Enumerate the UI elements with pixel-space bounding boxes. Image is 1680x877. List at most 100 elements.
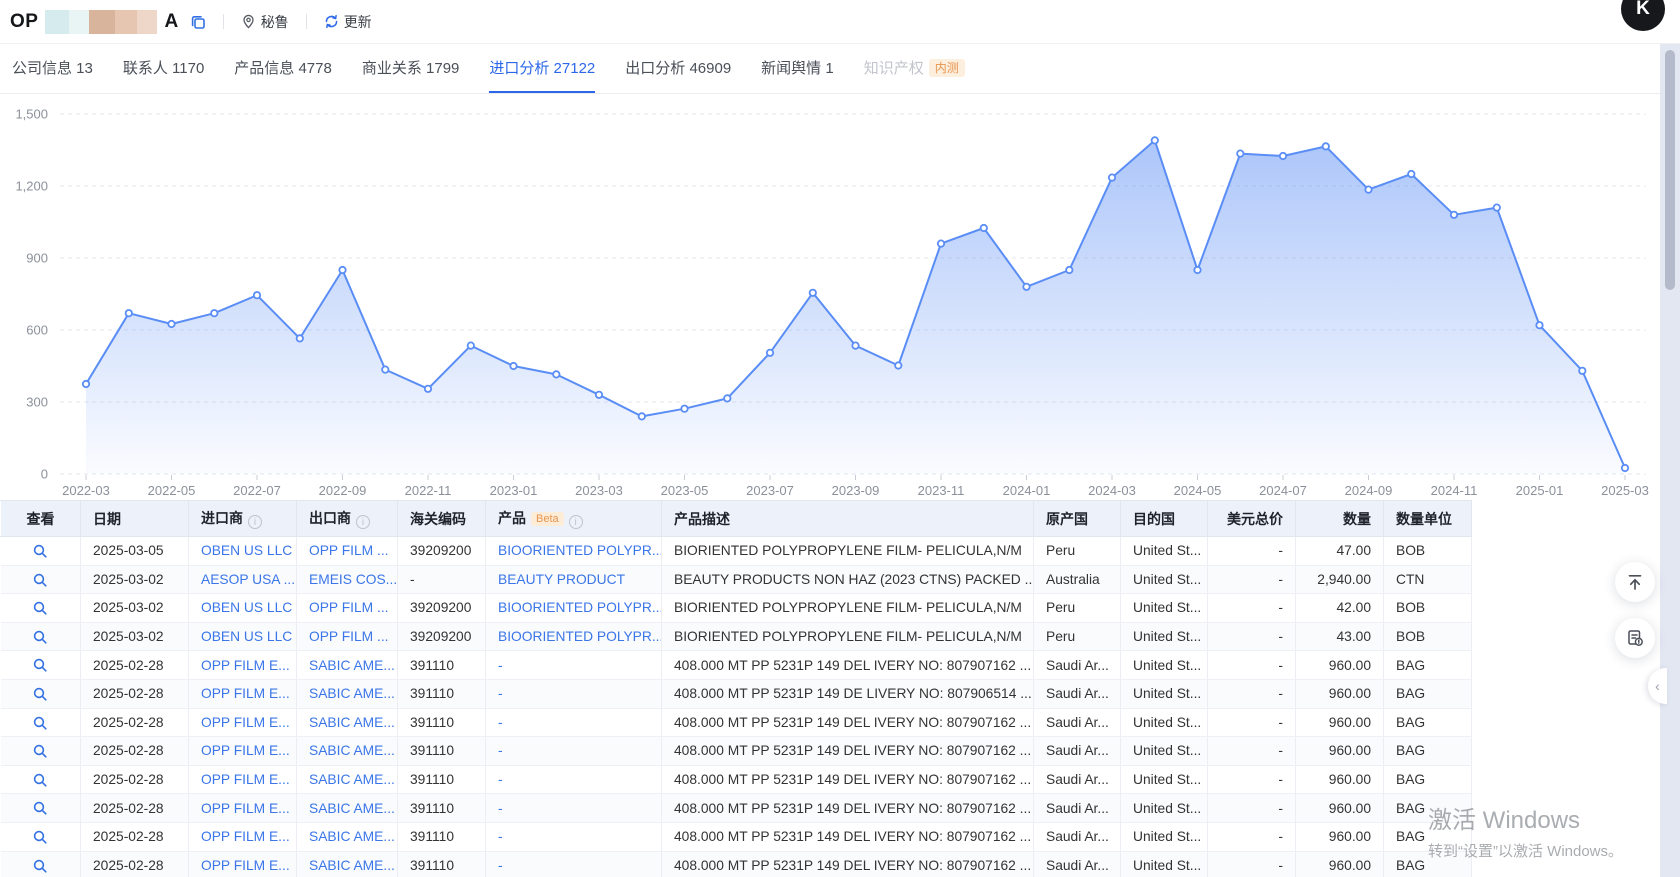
cell-product[interactable]: BIOORIENTED POLYPR...: [486, 594, 662, 623]
view-detail-button[interactable]: [1, 537, 81, 566]
table-header-row: 查看日期进口商i出口商i海关编码产品Betai产品描述原产国目的国美元总价数量数…: [1, 501, 1472, 537]
info-icon[interactable]: i: [569, 515, 583, 529]
cell-product[interactable]: -: [486, 737, 662, 766]
user-avatar[interactable]: K: [1621, 0, 1665, 31]
cell-exporter[interactable]: OPP FILM ...: [297, 594, 398, 623]
cell-destination-country: United St...: [1121, 565, 1208, 594]
cell-quantity-unit: BAG: [1384, 851, 1472, 877]
back-to-top-icon: [1625, 572, 1645, 592]
cell-importer[interactable]: OPP FILM E...: [189, 765, 297, 794]
update-button[interactable]: 更新: [324, 12, 372, 32]
view-detail-button[interactable]: [1, 622, 81, 651]
column-header-原产国: 原产国: [1034, 501, 1121, 537]
cell-importer[interactable]: OPP FILM E...: [189, 679, 297, 708]
view-detail-button[interactable]: [1, 651, 81, 680]
cell-product[interactable]: -: [486, 765, 662, 794]
cell-exporter[interactable]: SABIC AME...: [297, 737, 398, 766]
info-icon[interactable]: i: [356, 515, 370, 529]
cell-quantity-unit: BAG: [1384, 679, 1472, 708]
cell-date: 2025-02-28: [81, 822, 189, 851]
tab-公司信息[interactable]: 公司信息 13: [12, 44, 93, 93]
cell-importer[interactable]: OBEN US LLC: [189, 594, 297, 623]
cell-quantity: 960.00: [1296, 794, 1384, 823]
table-row: 2025-03-02AESOP USA ...EMEIS COS...-BEAU…: [1, 565, 1472, 594]
cell-destination-country: United St...: [1121, 679, 1208, 708]
cell-quantity: 42.00: [1296, 594, 1384, 623]
cell-importer[interactable]: OBEN US LLC: [189, 622, 297, 651]
cell-importer[interactable]: OBEN US LLC: [189, 537, 297, 566]
cell-origin-country: Saudi Ar...: [1034, 679, 1121, 708]
column-label: 美元总价: [1227, 511, 1283, 527]
cell-exporter[interactable]: SABIC AME...: [297, 851, 398, 877]
cell-exporter[interactable]: SABIC AME...: [297, 765, 398, 794]
scrollbar-thumb[interactable]: [1665, 50, 1675, 290]
tab-商业关系[interactable]: 商业关系 1799: [362, 44, 460, 93]
copy-icon[interactable]: [190, 14, 206, 30]
cell-product[interactable]: BIOORIENTED POLYPR...: [486, 622, 662, 651]
cell-product[interactable]: -: [486, 794, 662, 823]
cell-exporter[interactable]: EMEIS COS...: [297, 565, 398, 594]
view-detail-button[interactable]: [1, 822, 81, 851]
cell-quantity: 960.00: [1296, 708, 1384, 737]
svg-text:2024-05: 2024-05: [1174, 483, 1222, 498]
cell-importer[interactable]: OPP FILM E...: [189, 651, 297, 680]
feedback-button[interactable]: [1615, 618, 1655, 658]
cell-quantity: 2,940.00: [1296, 565, 1384, 594]
cell-product[interactable]: -: [486, 679, 662, 708]
view-detail-button[interactable]: [1, 708, 81, 737]
column-header-出口商: 出口商 i: [297, 501, 398, 537]
imports-trend-chart: 03006009001,2001,5002022-032022-052022-0…: [0, 94, 1680, 500]
info-icon[interactable]: i: [248, 515, 262, 529]
view-detail-button[interactable]: [1, 565, 81, 594]
view-detail-button[interactable]: [1, 794, 81, 823]
cell-importer[interactable]: OPP FILM E...: [189, 822, 297, 851]
cell-exporter[interactable]: SABIC AME...: [297, 822, 398, 851]
svg-text:2025-03: 2025-03: [1601, 483, 1649, 498]
view-detail-button[interactable]: [1, 594, 81, 623]
cell-importer[interactable]: AESOP USA ...: [189, 565, 297, 594]
feedback-doc-icon: [1625, 628, 1645, 648]
cell-product[interactable]: -: [486, 851, 662, 877]
tab-进口分析[interactable]: 进口分析 27122: [489, 44, 595, 93]
magnifier-icon: [32, 657, 48, 673]
cell-exporter[interactable]: SABIC AME...: [297, 679, 398, 708]
cell-hs-code: 391110: [398, 737, 486, 766]
cell-product[interactable]: BIOORIENTED POLYPR...: [486, 537, 662, 566]
view-detail-button[interactable]: [1, 737, 81, 766]
back-to-top-button[interactable]: [1615, 562, 1655, 602]
cell-product-description: BIORIENTED POLYPROPYLENE FILM- PELICULA,…: [662, 537, 1034, 566]
view-detail-button[interactable]: [1, 851, 81, 877]
cell-importer[interactable]: OPP FILM E...: [189, 794, 297, 823]
tab-知识产权[interactable]: 知识产权内测: [864, 44, 965, 93]
cell-quantity-unit: BOB: [1384, 537, 1472, 566]
tab-出口分析[interactable]: 出口分析 46909: [625, 44, 731, 93]
column-label: 海关编码: [410, 511, 466, 527]
cell-hs-code: 39209200: [398, 594, 486, 623]
cell-exporter[interactable]: SABIC AME...: [297, 651, 398, 680]
cell-product[interactable]: -: [486, 651, 662, 680]
page-scrollbar[interactable]: [1660, 44, 1680, 877]
cell-importer[interactable]: OPP FILM E...: [189, 708, 297, 737]
tab-产品信息[interactable]: 产品信息 4778: [234, 44, 332, 93]
region-tag[interactable]: 秘鲁: [241, 12, 289, 32]
cell-product[interactable]: -: [486, 708, 662, 737]
cell-exporter[interactable]: SABIC AME...: [297, 708, 398, 737]
cell-usd-total: -: [1208, 851, 1296, 877]
cell-product[interactable]: BEAUTY PRODUCT: [486, 565, 662, 594]
column-label: 出口商: [309, 510, 351, 526]
cell-exporter[interactable]: OPP FILM ...: [297, 622, 398, 651]
cell-importer[interactable]: OPP FILM E...: [189, 851, 297, 877]
svg-text:2024-11: 2024-11: [1431, 483, 1478, 498]
tab-联系人[interactable]: 联系人 1170: [123, 44, 204, 93]
tab-新闻舆情[interactable]: 新闻舆情 1: [761, 44, 834, 93]
cell-exporter[interactable]: OPP FILM ...: [297, 537, 398, 566]
cell-product[interactable]: -: [486, 822, 662, 851]
cell-exporter[interactable]: SABIC AME...: [297, 794, 398, 823]
column-header-美元总价: 美元总价: [1208, 501, 1296, 537]
view-detail-button[interactable]: [1, 679, 81, 708]
view-detail-button[interactable]: [1, 765, 81, 794]
cell-hs-code: 391110: [398, 765, 486, 794]
cell-destination-country: United St...: [1121, 851, 1208, 877]
cell-importer[interactable]: OPP FILM E...: [189, 737, 297, 766]
cell-product-description: 408.000 MT PP 5231P 149 DEL IVERY NO: 80…: [662, 737, 1034, 766]
